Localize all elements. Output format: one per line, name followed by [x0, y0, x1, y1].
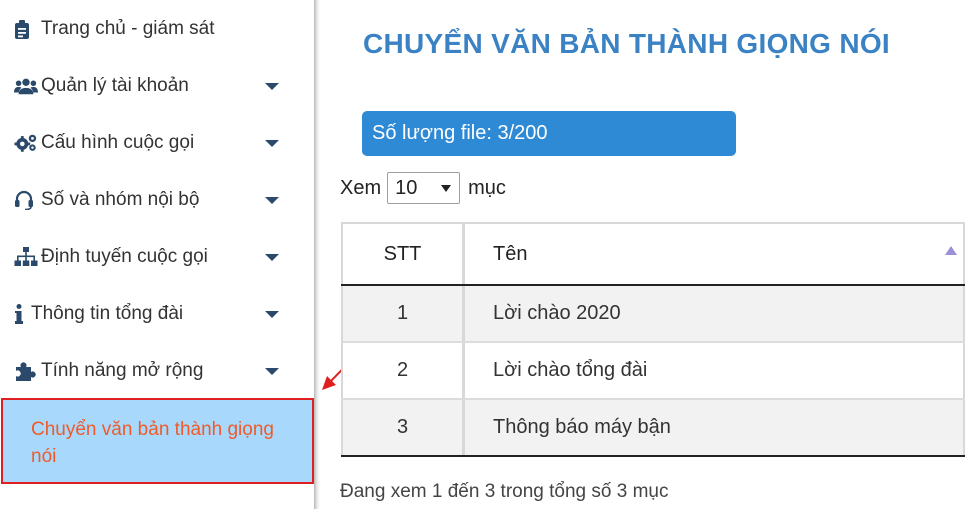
- table-header: STT Tên: [341, 222, 965, 286]
- file-count-value: 3/200: [497, 122, 548, 144]
- chevron-down-icon: [265, 254, 279, 261]
- column-header-name[interactable]: Tên: [465, 224, 965, 284]
- page-length-value: 10: [395, 176, 418, 199]
- table-row[interactable]: 2 Lời chào tổng đài: [341, 343, 965, 400]
- sidebar-item-pbx-info[interactable]: Thông tin tổng đài: [0, 294, 300, 334]
- file-count-label: Số lượng file:: [372, 122, 492, 144]
- sidebar-item-extended-features[interactable]: Tính năng mở rộng: [0, 351, 300, 391]
- table-row[interactable]: 3 Thông báo máy bận: [341, 400, 965, 457]
- page-length-control: Xem 10 mục: [340, 172, 506, 204]
- length-prefix: Xem: [340, 176, 382, 199]
- sidebar-item-routing[interactable]: Định tuyến cuộc gọi: [0, 237, 300, 277]
- headset-icon: [14, 190, 38, 210]
- chevron-down-icon: [265, 368, 279, 375]
- column-header-label: Tên: [493, 243, 528, 265]
- page-length-select[interactable]: 10: [387, 172, 461, 204]
- main-content: CHUYỂN VĂN BẢN THÀNH GIỌNG NÓI Số lượng …: [320, 0, 965, 509]
- sidebar-item-call-config[interactable]: Cấu hình cuộc gọi: [0, 123, 300, 163]
- sidebar-item-label: Định tuyến cuộc gọi: [41, 246, 208, 267]
- sitemap-icon: [14, 247, 38, 267]
- chevron-down-icon: [265, 83, 279, 90]
- sidebar: Trang chủ - giám sát Quản lý tài khoản C…: [0, 0, 316, 509]
- chevron-down-icon: [265, 140, 279, 147]
- gears-icon: [14, 133, 38, 153]
- sidebar-item-label: Trang chủ - giám sát: [41, 18, 215, 39]
- sidebar-item-label: Tính năng mở rộng: [41, 360, 204, 381]
- column-header-stt[interactable]: STT: [341, 224, 465, 284]
- table-info: Đang xem 1 đến 3 trong tổng số 3 mục: [340, 481, 669, 502]
- users-icon: [14, 76, 38, 96]
- sidebar-item-dashboard[interactable]: Trang chủ - giám sát: [0, 9, 300, 49]
- sort-ascending-icon: [945, 246, 957, 255]
- page-title: CHUYỂN VĂN BẢN THÀNH GIỌNG NÓI: [363, 28, 891, 59]
- sidebar-item-label: Quản lý tài khoản: [41, 75, 189, 96]
- info-icon: [14, 304, 28, 324]
- table-row[interactable]: 1 Lời chào 2020: [341, 286, 965, 343]
- sidebar-item-text-to-speech[interactable]: Chuyển văn bản thành giọng nói: [1, 398, 314, 484]
- sidebar-item-label: Thông tin tổng đài: [31, 303, 184, 324]
- cell-name: Lời chào tổng đài: [465, 343, 965, 398]
- sidebar-item-label: Chuyển văn bản thành giọng nói: [31, 419, 274, 467]
- cell-stt: 2: [341, 343, 465, 398]
- chevron-down-icon: [265, 311, 279, 318]
- files-table: STT Tên 1 Lời chào 2020 2 Lời chào tổng …: [341, 222, 965, 457]
- puzzle-icon: [14, 361, 38, 381]
- chevron-down-icon: [265, 197, 279, 204]
- sidebar-item-extensions[interactable]: Số và nhóm nội bộ: [0, 180, 300, 220]
- length-suffix: mục: [468, 176, 506, 199]
- dropdown-arrow-icon: [441, 185, 452, 192]
- cell-name: Lời chào 2020: [465, 286, 965, 341]
- file-count-badge: Số lượng file: 3/200: [362, 111, 736, 156]
- cell-stt: 3: [341, 400, 465, 455]
- clipboard-icon: [14, 19, 38, 39]
- sidebar-item-label: Số và nhóm nội bộ: [41, 189, 200, 210]
- cell-stt: 1: [341, 286, 465, 341]
- sidebar-item-label: Cấu hình cuộc gọi: [41, 132, 195, 153]
- cell-name: Thông báo máy bận: [465, 400, 965, 455]
- sidebar-item-accounts[interactable]: Quản lý tài khoản: [0, 66, 300, 106]
